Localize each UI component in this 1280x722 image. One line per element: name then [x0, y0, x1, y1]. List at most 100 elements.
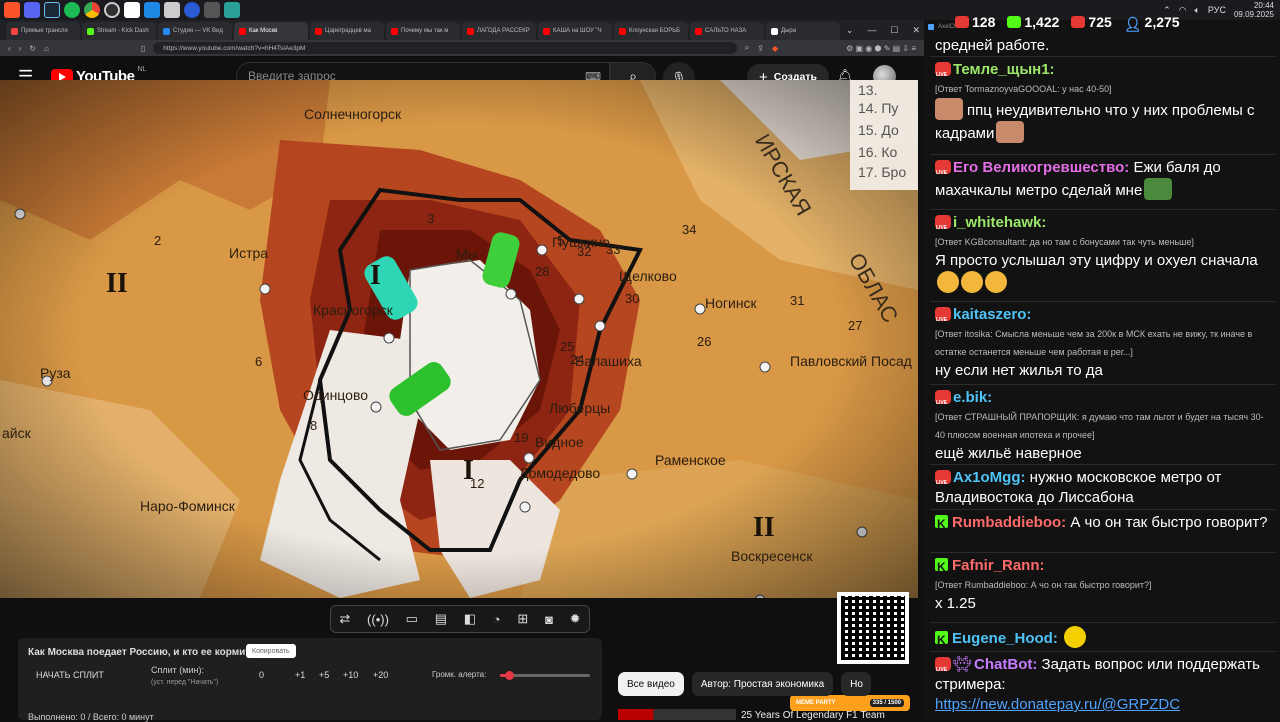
back-icon[interactable]: ‹: [8, 44, 11, 53]
player-toolbar: ⇄ ((•)) ▭ ▤ ◧ ◔ ⊞ ◙ ✹: [330, 605, 590, 633]
recommendation-title[interactable]: 25 Years Of Legendary F1 Team: [741, 710, 885, 721]
split-minutes-value[interactable]: 0: [259, 670, 264, 680]
app-icon[interactable]: [204, 2, 220, 18]
zoom-icon[interactable]: ⌕: [745, 43, 749, 53]
chat-username[interactable]: Eugene_Hood:: [952, 630, 1058, 647]
browser-tab[interactable]: Почему мы так м: [386, 22, 460, 40]
telegram-icon[interactable]: [164, 2, 180, 18]
maximize-button[interactable]: ☐: [890, 25, 898, 36]
copy-button[interactable]: Копировать: [246, 644, 296, 658]
alert-volume-knob[interactable]: [505, 671, 514, 680]
browser-tab[interactable]: ЛАГОДА РАССЕКР: [462, 22, 536, 40]
minimize-button[interactable]: —: [867, 25, 876, 35]
stat-youtube: 128: [955, 14, 995, 30]
chat-username[interactable]: ChatBot:: [974, 656, 1037, 673]
app-icon[interactable]: [224, 2, 240, 18]
browser-tab[interactable]: Студия — VK Вид: [158, 22, 232, 40]
url-field[interactable]: https://www.youtube.com/watch?v=hH4TsiAe…: [153, 42, 737, 54]
chat-message: Eugene_Hood:: [935, 626, 1273, 650]
chat-username[interactable]: Fafnir_Rann:: [952, 557, 1045, 574]
language-indicator[interactable]: РУС: [1208, 5, 1226, 15]
chat-username[interactable]: kaitaszero:: [953, 306, 1031, 323]
increment-1-button[interactable]: +1: [295, 670, 305, 680]
live-badge-icon: [935, 657, 951, 680]
clock[interactable]: 20:44 09.09.2025: [1234, 1, 1274, 19]
map-zone-numeral: II: [753, 512, 775, 543]
donation-qr-code: [837, 592, 909, 664]
alert-volume-slider[interactable]: [500, 671, 590, 680]
browser-tab[interactable]: Как Москв: [234, 22, 308, 40]
chip-all-videos[interactable]: Все видео: [618, 672, 684, 696]
tab-favicon-icon: [467, 27, 474, 35]
recommendation-thumbnail[interactable]: [618, 709, 736, 720]
obs-icon[interactable]: [104, 2, 120, 18]
skype-icon[interactable]: [184, 2, 200, 18]
browser-tab[interactable]: Stream - Kick Dash: [82, 22, 156, 40]
timer-icon[interactable]: ◔: [493, 612, 501, 627]
tab-search-icon[interactable]: ⌄: [846, 25, 854, 36]
frame-icon[interactable]: ◧: [464, 611, 476, 627]
bookmark-icon[interactable]: ▯: [141, 44, 145, 53]
chat-text: Я просто услышал эту цифру и охуел снача…: [935, 252, 1258, 269]
epic-icon[interactable]: [124, 2, 140, 18]
video-title: Как Москва поедает Россию, и кто ее корм…: [28, 647, 251, 658]
browser-tab[interactable]: Клоунская БОРЬБ: [614, 22, 688, 40]
gear-icon[interactable]: ✹: [570, 611, 581, 627]
shuffle-icon[interactable]: ⇄: [339, 611, 350, 627]
brave-icon[interactable]: [4, 2, 20, 18]
chat-username[interactable]: e.bik:: [953, 389, 992, 406]
brave-shield-icon[interactable]: ◆: [772, 44, 778, 53]
home-icon[interactable]: ⌂: [44, 44, 49, 53]
stat-value: 2,275: [1144, 14, 1180, 30]
chat-text: средней работе.: [935, 37, 1050, 54]
increment-10-button[interactable]: +10: [343, 670, 358, 680]
start-split-button[interactable]: НАЧАТЬ СПЛИТ: [36, 670, 104, 680]
chat-emote-icon: [1144, 178, 1173, 200]
app-icon[interactable]: [144, 2, 160, 18]
forward-icon[interactable]: ›: [19, 44, 22, 53]
share-icon[interactable]: ⇪: [757, 44, 764, 53]
chat-username[interactable]: Его Великогревшество:: [953, 159, 1129, 176]
chip-author[interactable]: Автор: Простая экономика: [691, 672, 834, 696]
steam-icon[interactable]: [44, 2, 60, 18]
chrome-icon[interactable]: [84, 2, 100, 18]
increment-20-button[interactable]: +20: [373, 670, 388, 680]
discord-icon[interactable]: [24, 2, 40, 18]
chat-text: ну если нет жилья то да: [935, 362, 1103, 379]
video-player[interactable]: Солнечногорск Истра Красногорск Одинцово Руз…: [0, 80, 918, 598]
map-city-label: Ногинск: [705, 295, 757, 311]
map-district-number: 27: [848, 318, 863, 333]
volume-icon[interactable]: 🔈︎: [1195, 5, 1200, 16]
browser-tab[interactable]: САЛЬТО НАЗА: [690, 22, 764, 40]
kick-badge-icon: [935, 630, 948, 650]
browser-tab[interactable]: Цареградцев ма: [310, 22, 384, 40]
donate-link[interactable]: https://new.donatepay.ru/@GRPZDC: [935, 695, 1273, 715]
map-legend-item: 17. Бро: [858, 164, 907, 180]
broadcast-icon[interactable]: ((•)): [367, 612, 389, 627]
close-button[interactable]: ✕: [912, 25, 920, 36]
screen-icon[interactable]: ▭: [406, 611, 418, 627]
reload-icon[interactable]: ↻: [29, 44, 36, 53]
browser-tab[interactable]: Дыра: [766, 22, 840, 40]
total-icon: 👤︎: [1123, 16, 1142, 32]
spotify-icon[interactable]: [64, 2, 80, 18]
chat-message: Rumbaddieboo: А чо он так быстро говорит…: [935, 513, 1273, 534]
camera-icon[interactable]: ◙: [545, 612, 553, 627]
chat-text: ещё жильё наверное: [935, 445, 1082, 462]
increment-5-button[interactable]: +5: [319, 670, 329, 680]
bot-icon: 👾︎: [953, 656, 973, 673]
chat-username[interactable]: Темле_щын1:: [953, 61, 1055, 78]
window-controls: ⌄ — ☐ ✕: [846, 20, 920, 40]
chat-username[interactable]: Ax1oMgg:: [953, 469, 1026, 486]
add-scene-icon[interactable]: ⊞: [517, 611, 528, 627]
browser-tab[interactable]: Прямые трансля: [6, 22, 80, 40]
chat-username[interactable]: Rumbaddieboo:: [952, 514, 1066, 531]
browser-tab[interactable]: КАША на ШОУ "Ч: [538, 22, 612, 40]
chat-emote-icon: [937, 271, 959, 293]
chat-message: Fafnir_Rann: [Ответ Rumbaddieboo: А чо он…: [935, 556, 1273, 614]
stat-kick: 1,422: [1007, 14, 1059, 30]
chat-username[interactable]: i_whitehawk:: [953, 214, 1046, 231]
chip-new[interactable]: Но: [841, 672, 872, 696]
clapper-icon[interactable]: ▤: [435, 611, 447, 627]
extensions-icon[interactable]: ⚙ ▣ ◉ ⬢ ✎ ▤ ⇩ ≡: [846, 44, 916, 53]
